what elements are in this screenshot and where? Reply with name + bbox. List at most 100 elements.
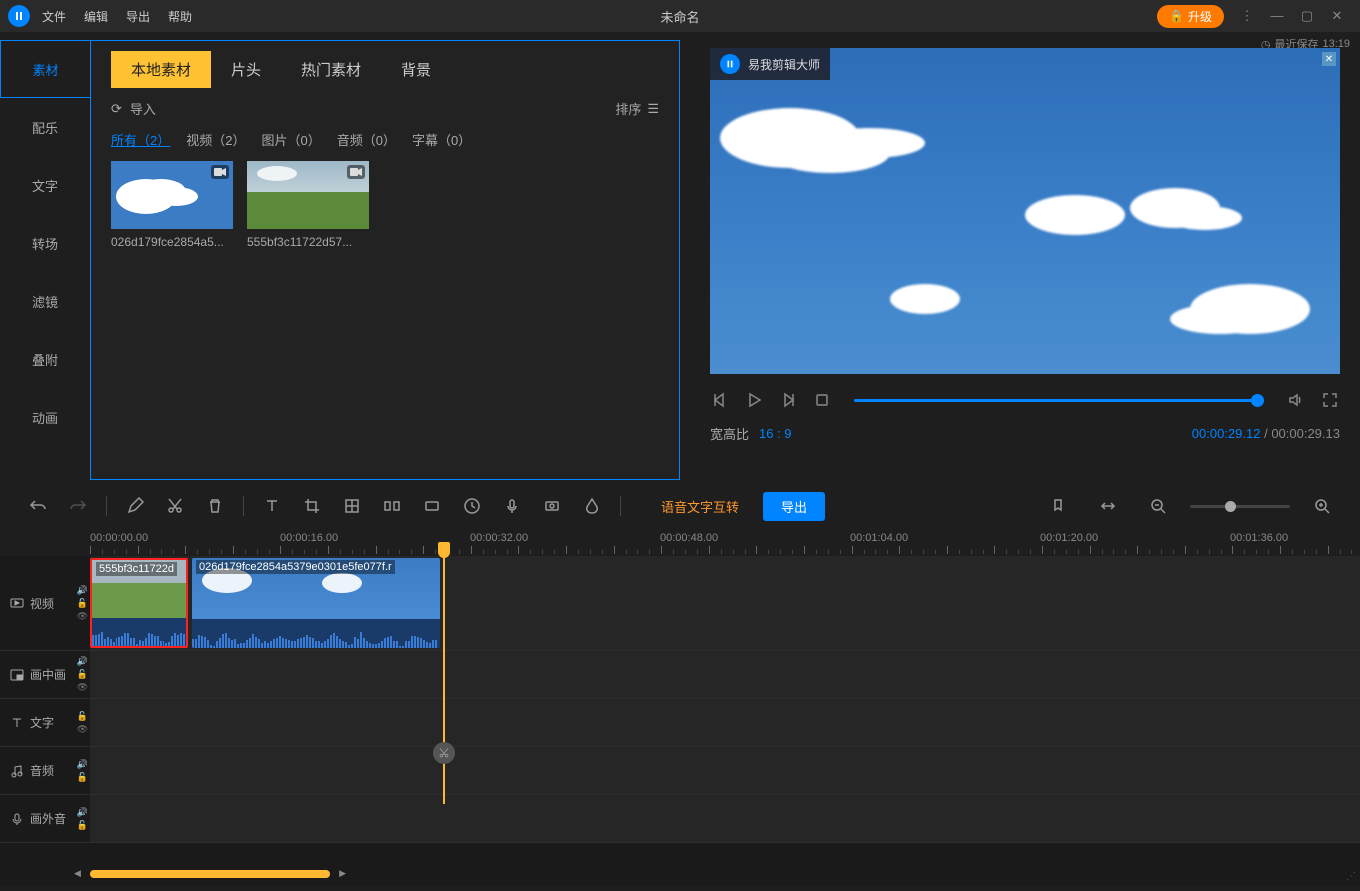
edit-button[interactable]	[117, 488, 153, 524]
watermark-close[interactable]: ✕	[1322, 52, 1336, 66]
zoom-slider[interactable]	[1190, 505, 1290, 508]
media-item[interactable]: 026d179fce2854a5...	[111, 161, 233, 249]
stop-button[interactable]	[812, 390, 832, 410]
export-button[interactable]: 导出	[763, 492, 825, 521]
track-controls[interactable]: 🔊🔓	[75, 759, 90, 783]
media-tab-intro ro[interactable]: 片头	[211, 51, 281, 88]
play-button[interactable]	[744, 390, 764, 410]
playhead-handle[interactable]	[438, 542, 450, 558]
mute-icon[interactable]: 🔊	[77, 656, 88, 667]
progress-thumb[interactable]	[1251, 394, 1264, 407]
track-content[interactable]	[90, 699, 1360, 746]
volume-button[interactable]	[1286, 390, 1306, 410]
crop-button[interactable]	[294, 488, 330, 524]
mute-icon[interactable]: 🔊	[77, 759, 88, 770]
window-title: 未命名	[660, 7, 699, 26]
color-button[interactable]	[574, 488, 610, 524]
player-info: 宽高比 16 : 9 00:00:29.12 / 00:00:29.13	[710, 424, 1340, 443]
timeline-clip[interactable]: 555bf3c11722d	[90, 558, 188, 648]
filter-all[interactable]: 所有（2）	[111, 130, 170, 149]
track-content[interactable]: 555bf3c11722d 026d179fce2854a5379e0301e5…	[90, 556, 1360, 650]
track-controls[interactable]: 🔊 🔓 👁	[75, 585, 90, 622]
mosaic-button[interactable]	[334, 488, 370, 524]
track-content[interactable]	[90, 795, 1360, 842]
voice-to-text-button[interactable]: 语音文字互转	[661, 497, 739, 516]
media-tab-hot[interactable]: 热门素材	[281, 51, 381, 88]
timeline-ruler[interactable]: 00:00:00.00 00:00:16.00 00:00:32.00 00:0…	[0, 528, 1360, 556]
maximize-button[interactable]: ▢	[1300, 8, 1314, 24]
zoom-in-button[interactable]	[1304, 488, 1340, 524]
media-filters: 所有（2） 视频（2） 图片（0） 音频（0） 字幕（0）	[91, 130, 679, 161]
track-controls[interactable]: 🔊 🔓 👁	[75, 656, 90, 693]
fit-button[interactable]	[1090, 488, 1126, 524]
media-tab-background[interactable]: 背景	[381, 51, 451, 88]
playhead[interactable]	[443, 544, 445, 804]
menu-export[interactable]: 导出	[126, 8, 150, 25]
freeze-button[interactable]	[414, 488, 450, 524]
track-controls[interactable]: 🔊🔓	[75, 807, 90, 831]
menu-help[interactable]: 帮助	[168, 8, 192, 25]
voice-button[interactable]	[494, 488, 530, 524]
split-button[interactable]	[374, 488, 410, 524]
sidebar-item-overlay[interactable]: 叠附	[0, 330, 90, 388]
sidebar-item-music[interactable]: 配乐	[0, 98, 90, 156]
eye-icon[interactable]: 👁	[77, 724, 88, 735]
fullscreen-button[interactable]	[1320, 390, 1340, 410]
sidebar-item-animation[interactable]: 动画	[0, 388, 90, 446]
next-frame-button[interactable]	[778, 390, 798, 410]
sidebar-item-transition[interactable]: 转场	[0, 214, 90, 272]
minimize-button[interactable]: —	[1270, 8, 1284, 24]
menu-edit[interactable]: 编辑	[84, 8, 108, 25]
close-button[interactable]: ✕	[1330, 8, 1344, 24]
lock-icon[interactable]: 🔓	[77, 820, 88, 831]
record-button[interactable]	[534, 488, 570, 524]
media-tab-local[interactable]: 本地素材	[111, 51, 211, 88]
timeline-scrollbar[interactable]	[90, 870, 330, 878]
aspect-value[interactable]: 16 : 9	[759, 426, 792, 441]
media-item-name: 026d179fce2854a5...	[111, 235, 233, 249]
lock-icon[interactable]: 🔓	[77, 598, 88, 609]
track-voice: 画外音 🔊🔓	[0, 795, 1360, 843]
delete-button[interactable]	[197, 488, 233, 524]
sort-button[interactable]: 排序 ☰	[615, 99, 659, 118]
sidebar-item-filter[interactable]: 滤镜	[0, 272, 90, 330]
preview-video[interactable]: 易我剪辑大师 ✕	[710, 48, 1340, 374]
eye-icon[interactable]: 👁	[77, 611, 88, 622]
filter-subtitle[interactable]: 字幕（0）	[412, 130, 471, 149]
media-item[interactable]: 555bf3c11722d57...	[247, 161, 369, 249]
filter-image[interactable]: 图片（0）	[261, 130, 320, 149]
prev-frame-button[interactable]	[710, 390, 730, 410]
zoom-thumb[interactable]	[1225, 501, 1236, 512]
zoom-out-button[interactable]	[1140, 488, 1176, 524]
track-content[interactable]	[90, 651, 1360, 698]
text-button[interactable]	[254, 488, 290, 524]
sidebar-item-media[interactable]: 素材	[0, 40, 90, 98]
lock-icon[interactable]: 🔓	[77, 711, 88, 722]
undo-button[interactable]	[20, 488, 56, 524]
upgrade-button[interactable]: 🔒 升级	[1157, 5, 1224, 28]
track-controls[interactable]: 🔓👁	[75, 711, 90, 735]
progress-bar[interactable]	[854, 399, 1264, 402]
marker-button[interactable]	[1040, 488, 1076, 524]
menu-file[interactable]: 文件	[42, 8, 66, 25]
mute-icon[interactable]: 🔊	[77, 585, 88, 596]
eye-icon[interactable]: 👁	[77, 682, 88, 693]
mute-icon[interactable]: 🔊	[77, 807, 88, 818]
sidebar-item-text[interactable]: 文字	[0, 156, 90, 214]
timeline-clip[interactable]: 026d179fce2854a5379e0301e5fe077f.r	[192, 558, 440, 648]
lock-icon[interactable]: 🔓	[77, 772, 88, 783]
filter-video[interactable]: 视频（2）	[186, 130, 245, 149]
split-at-playhead[interactable]	[433, 742, 455, 764]
import-button[interactable]: ⟳ 导入	[111, 99, 156, 118]
redo-button[interactable]	[60, 488, 96, 524]
cut-button[interactable]	[157, 488, 193, 524]
filter-audio[interactable]: 音频（0）	[337, 130, 396, 149]
player-controls	[710, 390, 1340, 410]
speed-button[interactable]	[454, 488, 490, 524]
lock-icon[interactable]: 🔓	[77, 669, 88, 680]
scrollbar-thumb[interactable]	[90, 870, 330, 878]
track-header-text: 文字	[0, 714, 75, 731]
track-content[interactable]	[90, 747, 1360, 794]
resize-grip[interactable]: ⋰	[1346, 871, 1356, 882]
more-icon[interactable]: ⋮	[1240, 8, 1254, 24]
